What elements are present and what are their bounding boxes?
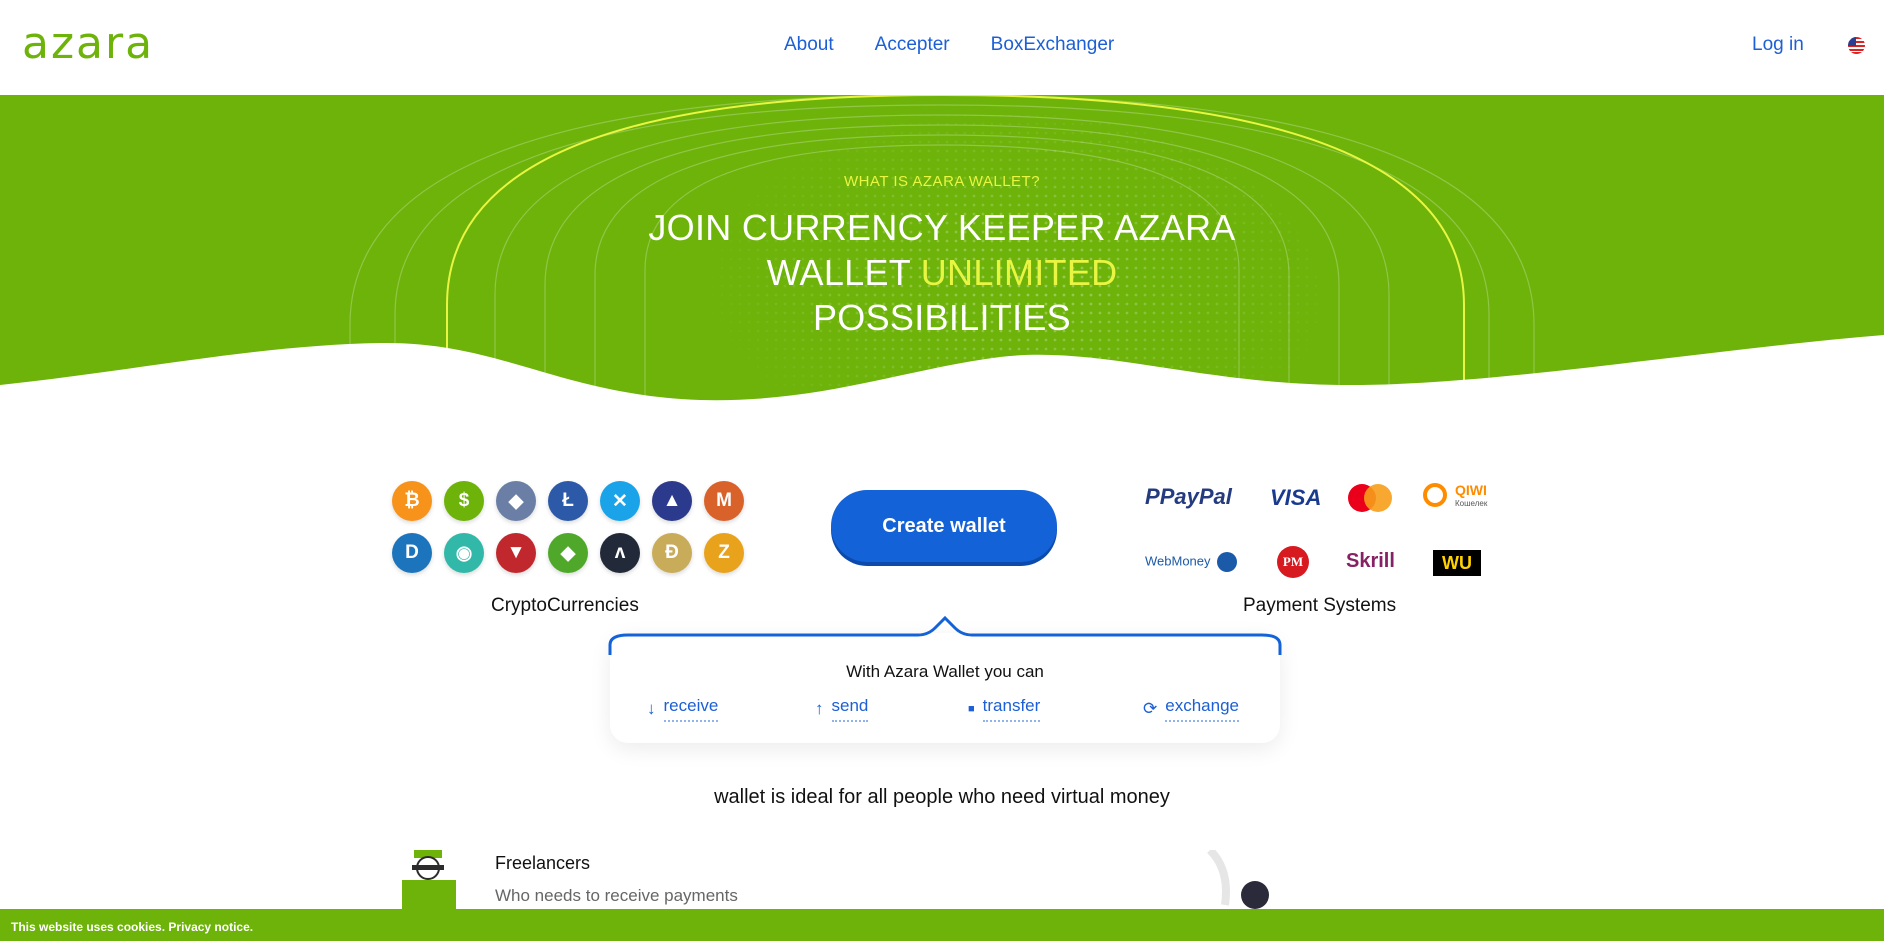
logo[interactable]: azara	[22, 18, 154, 69]
visa-logo: VISA	[1270, 485, 1322, 510]
paypal-logo: PPayPal	[1145, 484, 1232, 509]
waves-icon: ʌ	[600, 533, 640, 573]
ethereum-icon: ◆	[496, 481, 536, 521]
us-flag-icon[interactable]	[1848, 37, 1865, 54]
header: azara About Accepter BoxExchanger Log in	[0, 0, 1884, 95]
cookie-banner: This website uses cookies. Privacy notic…	[0, 909, 1884, 941]
webmoney-logo: WebMoney	[1145, 552, 1238, 572]
main-nav: About Accepter BoxExchanger	[784, 34, 1114, 56]
litecoin-icon: Ł	[548, 481, 588, 521]
zcash-icon: Z	[704, 533, 744, 573]
hero-title: JOIN CURRENCY KEEPER AZARA WALLET UNLIMI…	[542, 205, 1342, 340]
monero-icon: M	[704, 481, 744, 521]
receive-action[interactable]: ↓ receive	[647, 696, 719, 722]
dogecoin-icon: Ð	[652, 533, 692, 573]
dollar-coin-icon: $	[444, 481, 484, 521]
nav-accepter-link[interactable]: Accepter	[875, 34, 950, 56]
create-wallet-button[interactable]: Create wallet	[831, 490, 1057, 562]
card-title: With Azara Wallet you can	[846, 662, 1044, 681]
eos-icon: ▲	[652, 481, 692, 521]
tron-icon: ▼	[496, 533, 536, 573]
send-label: send	[831, 696, 869, 722]
hero-title-line1: JOIN CURRENCY KEEPER AZARA	[648, 207, 1236, 248]
hero-eyebrow: WHAT IS AZARA WALLET?	[843, 173, 1041, 190]
dash-icon: D	[392, 533, 432, 573]
transfer-label: transfer	[982, 696, 1041, 722]
mastercard-logo	[1347, 483, 1393, 513]
arrow-down-icon: ↓	[647, 699, 656, 718]
freelancers-title: Freelancers	[495, 853, 591, 873]
perfect-money-logo: PM	[1277, 546, 1309, 578]
hero-section: WHAT IS AZARA WALLET? JOIN CURRENCY KEEP…	[0, 95, 1884, 455]
card-pointer-border	[608, 615, 1282, 655]
transfer-action[interactable]: ■ transfer	[968, 696, 1041, 722]
wallet-icon: ■	[968, 703, 975, 715]
ideal-text: wallet is ideal for all people who need …	[714, 786, 1170, 808]
nav-about-link[interactable]: About	[784, 34, 834, 56]
refresh-icon: ⟳	[1143, 699, 1158, 718]
skrill-logo: Skrill	[1346, 550, 1395, 572]
ripple-icon: ✕	[600, 481, 640, 521]
exchange-action[interactable]: ⟳ exchange	[1143, 696, 1239, 722]
western-union-logo: WU	[1433, 550, 1481, 576]
receive-label: receive	[663, 696, 719, 722]
hero-title-highlight: UNLIMITED	[920, 252, 1118, 293]
send-action[interactable]: ↑ send	[815, 696, 869, 722]
freelancers-subtitle: Who needs to receive payments	[495, 886, 738, 905]
login-link[interactable]: Log in	[1752, 34, 1804, 56]
ethereum-classic-icon: ◆	[548, 533, 588, 573]
bitcoin-icon: ₿	[392, 481, 432, 521]
illustration-figure	[1200, 847, 1290, 910]
hero-title-line3: POSSIBILITIES	[813, 297, 1071, 338]
freelancer-icon	[400, 848, 460, 909]
crypto-label: CryptoCurrencies	[491, 595, 639, 616]
hero-title-part2: WALLET	[766, 252, 921, 293]
exchange-label: exchange	[1165, 696, 1239, 722]
nav-boxexchanger-link[interactable]: BoxExchanger	[991, 34, 1115, 56]
payment-systems-label: Payment Systems	[1243, 595, 1397, 616]
arrow-up-icon: ↑	[815, 699, 824, 718]
nem-icon: ◉	[444, 533, 484, 573]
cookie-notice-text[interactable]: This website uses cookies. Privacy notic…	[11, 920, 253, 934]
